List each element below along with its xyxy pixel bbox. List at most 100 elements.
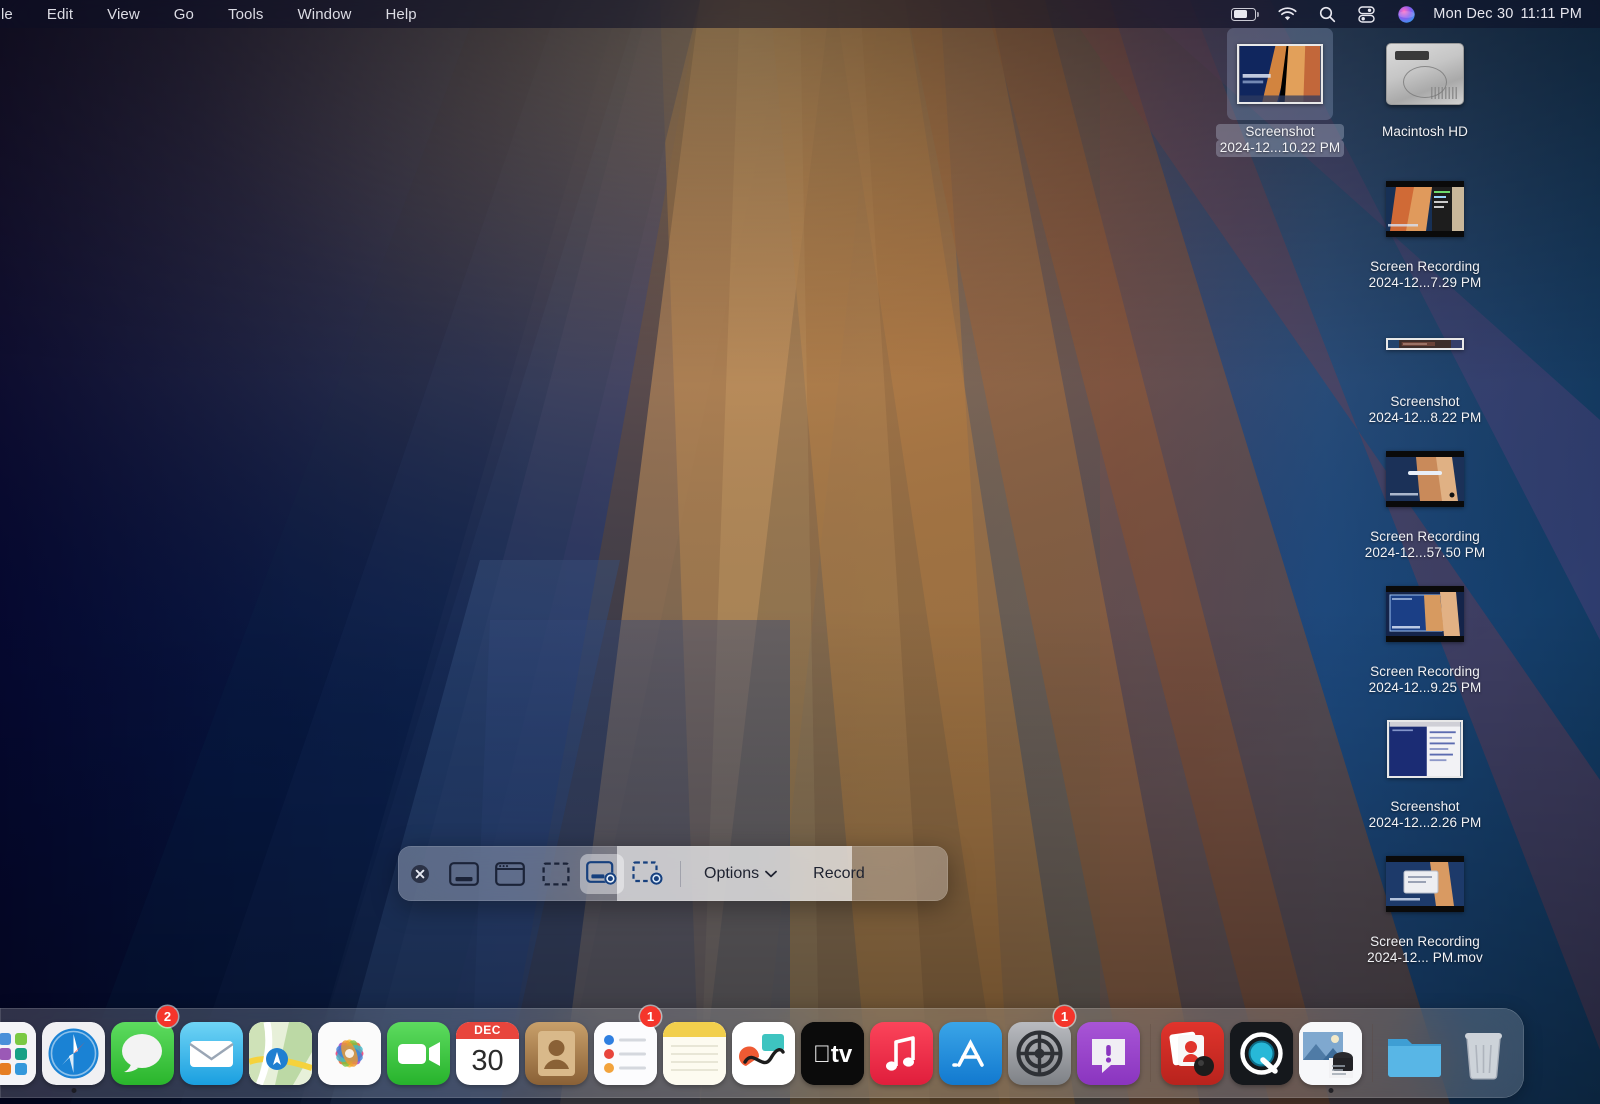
menu-bar-app-menus: le Edit View Go Tools Window Help — [0, 0, 434, 28]
close-icon[interactable] — [407, 861, 433, 887]
desktop-icon-screenshot-822pm[interactable]: Screenshot 2024-12...8.22 PM — [1350, 298, 1500, 427]
reminders-icon — [594, 1022, 657, 1085]
menu-file[interactable]: le — [0, 0, 30, 28]
record-selected-portion-button[interactable] — [626, 854, 670, 894]
wifi-icon[interactable] — [1267, 0, 1308, 28]
desktop-icon-thumbnail — [1227, 28, 1333, 120]
control-center-icon[interactable] — [1347, 0, 1386, 28]
calendar-day: 30 — [456, 1039, 519, 1085]
dock-item-app-store[interactable] — [936, 1008, 1005, 1098]
dock-item-trash[interactable] — [1449, 1008, 1518, 1098]
messages-icon — [111, 1022, 174, 1085]
system-settings-badge: 1 — [1054, 1006, 1075, 1027]
desktop-icon-screen-recording-729pm[interactable]: Screen Recording 2024-12...7.29 PM — [1350, 163, 1500, 292]
desktop-icon-screen-recording-5750pm[interactable]: Screen Recording 2024-12...57.50 PM — [1350, 433, 1500, 562]
desktop-icon-thumbnail — [1386, 568, 1464, 660]
dock-item-quicktime-player[interactable] — [1227, 1008, 1296, 1098]
running-indicator — [71, 1088, 76, 1093]
desktop-icon-label-line1: Screenshot — [1369, 394, 1482, 410]
dock-item-messages[interactable]: 2 — [108, 1008, 177, 1098]
options-button[interactable]: Options — [690, 857, 791, 891]
feedback-assistant-icon — [1077, 1022, 1140, 1085]
desktop-icon-label: Screenshot 2024-12...8.22 PM — [1369, 394, 1482, 427]
desktop-icon-screen-recording-925pm[interactable]: Screen Recording 2024-12...9.25 PM — [1350, 568, 1500, 697]
battery-icon[interactable] — [1220, 0, 1267, 28]
search-icon[interactable] — [1308, 0, 1347, 28]
dock-item-photos[interactable] — [315, 1008, 384, 1098]
folder-icon — [1383, 1022, 1446, 1085]
maps-icon — [249, 1022, 312, 1085]
menu-edit[interactable]: Edit — [30, 0, 90, 28]
menu-bar-clock[interactable]: Mon Dec 3011:11 PM — [1427, 6, 1582, 22]
desktop-icon-label-line2: 2024-12... PM.mov — [1367, 950, 1483, 966]
menu-go[interactable]: Go — [157, 0, 211, 28]
capture-selected-window-button[interactable] — [488, 854, 532, 894]
dock-item-music[interactable] — [867, 1008, 936, 1098]
capture-selected-portion-button[interactable] — [534, 854, 578, 894]
dock-item-system-settings[interactable]: 1 — [1005, 1008, 1074, 1098]
record-button[interactable]: Record — [799, 857, 879, 891]
dock-separator-1 — [1150, 1024, 1151, 1082]
movie-thumbnail-icon — [1386, 451, 1464, 507]
clock-date: Mon Dec 30 — [1433, 6, 1513, 22]
desktop-icon-screenshot-1022pm[interactable]: Screenshot 2024-12...10.22 PM — [1205, 28, 1355, 157]
preview-icon — [1299, 1022, 1362, 1085]
desktop-icon-label-line1: Macintosh HD — [1382, 124, 1468, 140]
dock-item-launchpad[interactable] — [0, 1008, 39, 1098]
desktop-icon-label-line2: 2024-12...9.25 PM — [1369, 680, 1482, 696]
dock-item-mail[interactable] — [177, 1008, 246, 1098]
desktop-icon-label: Screenshot 2024-12...10.22 PM — [1216, 124, 1344, 157]
dock-item-reminders[interactable]: 1 — [591, 1008, 660, 1098]
desktop-icon-screenshot-226pm[interactable]: Screenshot 2024-12...2.26 PM — [1350, 703, 1500, 832]
menu-window[interactable]: Window — [281, 0, 369, 28]
desktop-icon-label: Screen Recording 2024-12...57.50 PM — [1365, 529, 1485, 562]
dock-item-contacts[interactable] — [522, 1008, 591, 1098]
capture-entire-screen-button[interactable] — [442, 854, 486, 894]
desktop-icon-thumbnail — [1386, 433, 1464, 525]
desktop-icon-label-line2: 2024-12...2.26 PM — [1369, 815, 1482, 831]
dock-item-facetime[interactable] — [384, 1008, 453, 1098]
notes-icon — [663, 1022, 726, 1085]
dock-separator-2 — [1372, 1024, 1373, 1082]
app-store-icon — [939, 1022, 1002, 1085]
screenshot-thumbnail-icon — [1387, 720, 1463, 778]
reminders-badge: 1 — [640, 1006, 661, 1027]
record-entire-screen-button[interactable] — [580, 854, 624, 894]
photos-icon — [318, 1022, 381, 1085]
desktop-icon-label: Screenshot 2024-12...2.26 PM — [1369, 799, 1482, 832]
dock-items: 2 — [0, 1008, 1518, 1098]
toolbar-divider — [680, 861, 681, 887]
menu-help[interactable]: Help — [368, 0, 433, 28]
movie-thumbnail-icon — [1386, 856, 1464, 912]
record-portion-icon — [632, 861, 664, 886]
siri-icon[interactable] — [1386, 0, 1427, 28]
desktop-icon-label-line1: Screenshot — [1369, 799, 1482, 815]
calendar-icon: DEC 30 — [456, 1022, 519, 1085]
dock-item-feedback-assistant[interactable] — [1074, 1008, 1143, 1098]
dock-item-notes[interactable] — [660, 1008, 729, 1098]
screenshot-strip-thumbnail-icon — [1386, 338, 1464, 350]
desktop-icon-screen-recording-mov[interactable]: Screen Recording 2024-12... PM.mov — [1350, 838, 1500, 967]
launchpad-icon — [0, 1022, 36, 1085]
dock-item-downloads-folder[interactable] — [1380, 1008, 1449, 1098]
dock-item-tv[interactable]: tv — [798, 1008, 867, 1098]
system-settings-icon — [1008, 1022, 1071, 1085]
desktop-icon-thumbnail — [1386, 28, 1464, 120]
desktop-icon-thumbnail — [1386, 163, 1464, 255]
screenshot-toolbar: Options Record — [398, 846, 948, 901]
contacts-icon — [525, 1022, 588, 1085]
dock-item-safari[interactable] — [39, 1008, 108, 1098]
capture-entire-screen-icon — [449, 862, 479, 886]
facetime-icon — [387, 1022, 450, 1085]
music-icon — [870, 1022, 933, 1085]
menu-tools[interactable]: Tools — [211, 0, 281, 28]
menu-view[interactable]: View — [90, 0, 157, 28]
desktop-icon-label: Screen Recording 2024-12... PM.mov — [1367, 934, 1483, 967]
dock-item-calendar[interactable]: DEC 30 — [453, 1008, 522, 1098]
dock-item-preview[interactable] — [1296, 1008, 1365, 1098]
dock-item-photo-booth[interactable] — [1158, 1008, 1227, 1098]
dock-item-freeform[interactable] — [729, 1008, 798, 1098]
photo-booth-icon — [1161, 1022, 1224, 1085]
dock-item-maps[interactable] — [246, 1008, 315, 1098]
desktop-icon-macintosh-hd[interactable]: Macintosh HD — [1350, 28, 1500, 140]
